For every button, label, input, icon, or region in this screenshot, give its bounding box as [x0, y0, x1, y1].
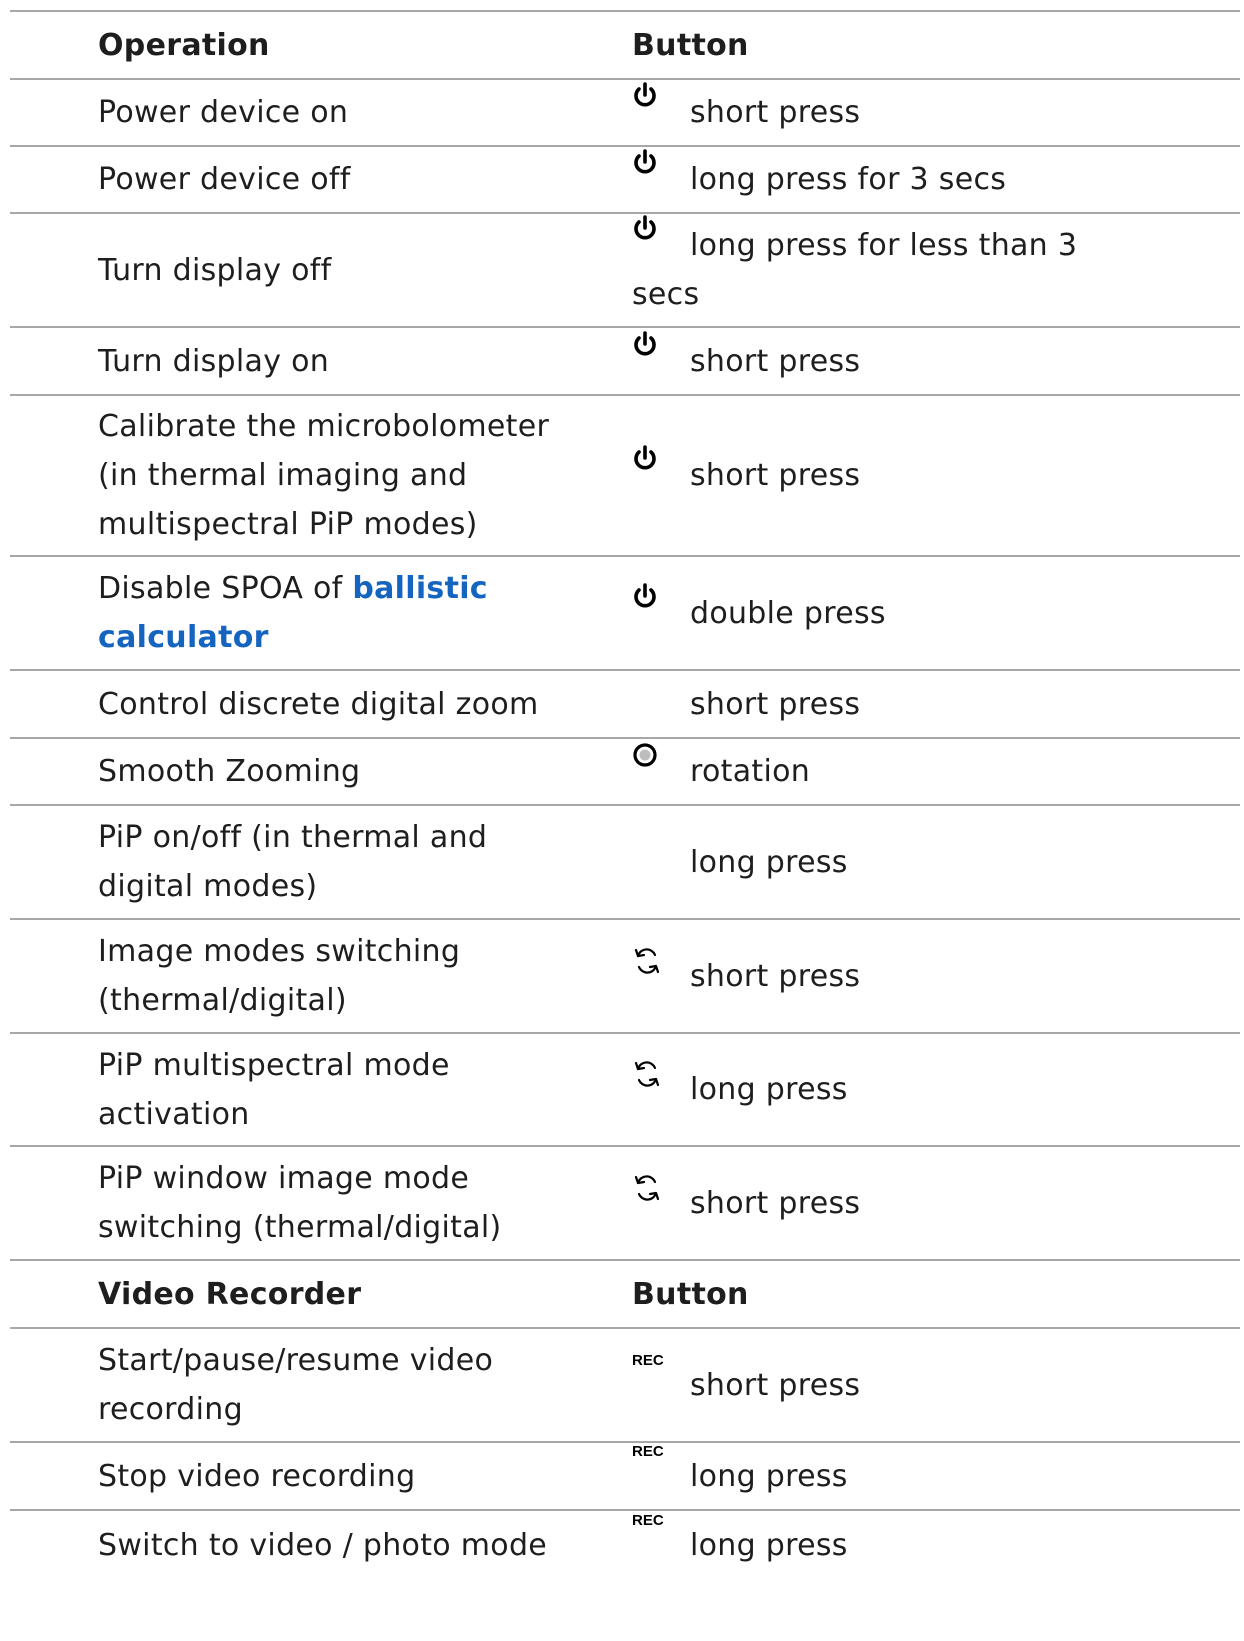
- operation-cell: Start/pause/resume video recording: [10, 1336, 632, 1434]
- power-icon: [632, 82, 690, 122]
- video-recorder-header-row: Video Recorder Button: [10, 1261, 1240, 1329]
- icon-placeholder: [632, 842, 690, 872]
- rec-icon: REC: [632, 1351, 664, 1369]
- operation-line: Start/pause/resume video: [98, 1343, 494, 1378]
- table-row: Control discrete digital zoom short pres…: [10, 671, 1240, 739]
- button-cell: long press: [632, 838, 1240, 887]
- operation-cell: Disable SPOA of ballistic calculator: [10, 564, 632, 662]
- operation-text: Disable SPOA of: [98, 571, 353, 606]
- table-row: Image modes switching (thermal/digital) …: [10, 920, 1240, 1034]
- action-text: long press: [690, 1072, 848, 1107]
- operation-line: (thermal/digital): [98, 983, 347, 1018]
- button-cell: short press: [632, 445, 1240, 500]
- operation-line: recording: [98, 1392, 243, 1427]
- table-row: Power device off long press for 3 secs: [10, 147, 1240, 214]
- operation-cell: PiP on/off (in thermal and digital modes…: [10, 813, 632, 911]
- mode-switch-icon: [632, 1061, 690, 1099]
- operation-cell: PiP multispectral mode activation: [10, 1041, 632, 1139]
- operation-line: Calibrate the microbolometer: [98, 409, 550, 444]
- action-text: short press: [690, 686, 861, 722]
- operation-line: (in thermal imaging and: [98, 458, 468, 493]
- rec-icon: REC: [632, 1511, 664, 1529]
- button-cell: long press for 3 secs: [632, 149, 1240, 204]
- button-cell: long press: [632, 1061, 1240, 1114]
- action-text: short press: [690, 458, 861, 493]
- power-icon: [632, 582, 690, 623]
- operation-line: multispectral PiP modes): [98, 507, 478, 542]
- table-row: Power device on short press: [10, 80, 1240, 147]
- action-text-continued: secs: [632, 277, 700, 312]
- table-row: Stop video recording REC long press: [10, 1443, 1240, 1511]
- icon-placeholder: [632, 684, 690, 714]
- operation-line: PiP on/off (in thermal and: [98, 820, 488, 855]
- action-text: short press: [690, 95, 861, 130]
- operation-line: digital modes): [98, 869, 318, 904]
- operation-line: activation: [98, 1096, 250, 1132]
- table-row: PiP multispectral mode activation long p…: [10, 1034, 1240, 1147]
- operation-cell: Smooth Zooming: [98, 754, 361, 789]
- table-row: Smooth Zooming rotation: [10, 739, 1240, 806]
- button-cell: short press: [632, 82, 1240, 137]
- operation-cell: Stop video recording: [98, 1458, 416, 1494]
- operation-column-header: Operation: [98, 27, 270, 63]
- table-row: PiP on/off (in thermal and digital modes…: [10, 806, 1240, 920]
- operation-cell: Image modes switching (thermal/digital): [10, 927, 632, 1025]
- table-row: Disable SPOA of ballistic calculator dou…: [10, 557, 1240, 671]
- button-cell: short press: [632, 330, 1240, 386]
- dial-icon: [632, 743, 690, 781]
- action-text: long press for less than 3: [690, 228, 1078, 263]
- ballistic-calculator-link[interactable]: ballistic: [352, 571, 488, 606]
- operation-cell: Control discrete digital zoom: [98, 686, 539, 722]
- power-icon: [632, 149, 690, 189]
- action-text: long press: [690, 1527, 848, 1563]
- operation-cell: Calibrate the microbolometer (in thermal…: [10, 402, 632, 549]
- button-cell: rotation: [632, 743, 1240, 796]
- table-row: Calibrate the microbolometer (in thermal…: [10, 396, 1240, 557]
- action-text: long press: [690, 844, 848, 880]
- table-row: Start/pause/resume video recording REC sh…: [10, 1329, 1240, 1443]
- action-text: long press: [690, 1458, 848, 1494]
- rec-icon: REC: [632, 1442, 664, 1460]
- power-icon: [632, 330, 690, 371]
- operation-cell: Power device on: [98, 95, 349, 130]
- button-column-header: Button: [632, 27, 749, 63]
- table-header-row: Operation Button: [10, 12, 1240, 80]
- action-text: short press: [690, 1185, 861, 1221]
- power-icon: [632, 215, 690, 255]
- button-cell: short press: [632, 947, 1240, 1001]
- operation-cell: Turn display on: [98, 343, 330, 379]
- operation-line: Image modes switching: [98, 934, 461, 969]
- operation-line: switching (thermal/digital): [98, 1210, 502, 1245]
- action-text: short press: [690, 1367, 861, 1403]
- button-column-header: Button: [632, 1276, 749, 1312]
- operation-cell: Turn display off: [98, 252, 332, 288]
- mode-switch-icon: [632, 947, 690, 986]
- operation-line: PiP multispectral mode: [98, 1047, 450, 1083]
- action-text: double press: [690, 595, 886, 631]
- ballistic-calculator-link-continued[interactable]: calculator: [98, 620, 269, 655]
- operation-cell: PiP window image mode switching (thermal…: [10, 1154, 632, 1252]
- action-text: rotation: [690, 754, 811, 789]
- mode-switch-icon: [632, 1174, 690, 1213]
- button-cell: long press for less than 3 secs: [632, 215, 1240, 319]
- controls-table: Operation Button Power device on short p…: [10, 10, 1240, 1579]
- table-row: PiP window image mode switching (thermal…: [10, 1147, 1240, 1261]
- button-cell: REC short press: [632, 1351, 1240, 1410]
- operation-line: PiP window image mode: [98, 1161, 470, 1196]
- video-recorder-column-header: Video Recorder: [98, 1276, 362, 1312]
- operation-cell: Switch to video / photo mode: [98, 1527, 548, 1563]
- button-cell: REC long press: [632, 1442, 1240, 1501]
- button-cell: double press: [632, 582, 1240, 638]
- action-text: short press: [690, 343, 861, 379]
- operation-cell: Power device off: [98, 162, 351, 197]
- button-cell: short press: [632, 680, 1240, 729]
- table-row: Turn display on short press: [10, 328, 1240, 396]
- table-row: Turn display off long press for less tha…: [10, 214, 1240, 328]
- power-icon: [632, 445, 690, 485]
- table-row: Switch to video / photo mode REC long pre…: [10, 1511, 1240, 1579]
- button-cell: REC long press: [632, 1511, 1240, 1570]
- button-cell: short press: [632, 1174, 1240, 1228]
- action-text: long press for 3 secs: [690, 162, 1007, 197]
- action-text: short press: [690, 958, 861, 994]
